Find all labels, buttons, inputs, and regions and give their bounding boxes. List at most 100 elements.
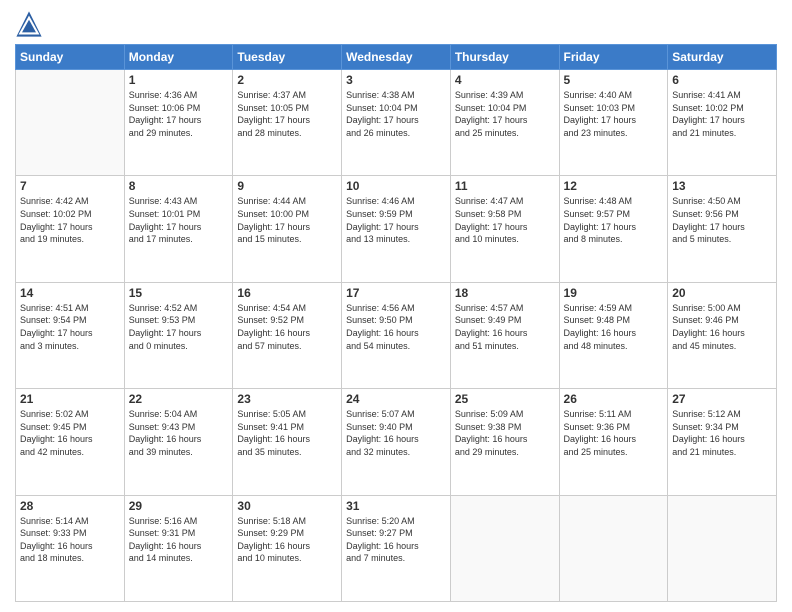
- day-number: 26: [564, 392, 664, 406]
- day-info: Sunrise: 4:50 AM Sunset: 9:56 PM Dayligh…: [672, 195, 772, 245]
- calendar-cell: 12 Sunrise: 4:48 AM Sunset: 9:57 PM Dayli…: [559, 176, 668, 282]
- calendar-cell: 3 Sunrise: 4:38 AM Sunset: 10:04 PM Dayli…: [342, 70, 451, 176]
- day-number: 2: [237, 73, 337, 87]
- calendar-cell: 29 Sunrise: 5:16 AM Sunset: 9:31 PM Dayli…: [124, 495, 233, 601]
- calendar-cell: 16Sunrise: 4:54 AM Sunset: 9:52 PM Dayli…: [233, 282, 342, 388]
- day-info: Sunrise: 4:43 AM Sunset: 10:01 PM Daylig…: [129, 195, 229, 245]
- calendar-cell: 30Sunrise: 5:18 AM Sunset: 9:29 PM Dayli…: [233, 495, 342, 601]
- day-number: 11: [455, 179, 555, 193]
- calendar-cell: 6 Sunrise: 4:41 AM Sunset: 10:02 PM Dayli…: [668, 70, 777, 176]
- calendar-header-thursday: Thursday: [450, 45, 559, 70]
- day-number: 25: [455, 392, 555, 406]
- day-info: Sunrise: 4:59 AM Sunset: 9:48 PM Dayligh…: [564, 302, 664, 352]
- calendar-cell: 1Sunrise: 4:36 AM Sunset: 10:06 PM Dayli…: [124, 70, 233, 176]
- calendar-cell: 14Sunrise: 4:51 AM Sunset: 9:54 PM Dayli…: [16, 282, 125, 388]
- calendar-cell: 20Sunrise: 5:00 AM Sunset: 9:46 PM Dayli…: [668, 282, 777, 388]
- calendar-cell: 8 Sunrise: 4:43 AM Sunset: 10:01 PM Dayli…: [124, 176, 233, 282]
- day-info: Sunrise: 4:48 AM Sunset: 9:57 PM Dayligh…: [564, 195, 664, 245]
- day-info: Sunrise: 4:37 AM Sunset: 10:05 PM Daylig…: [237, 89, 337, 139]
- calendar-cell: 15 Sunrise: 4:52 AM Sunset: 9:53 PM Dayli…: [124, 282, 233, 388]
- day-info: Sunrise: 4:36 AM Sunset: 10:06 PM Daylig…: [129, 89, 229, 139]
- day-number: 29: [129, 499, 229, 513]
- day-number: 7: [20, 179, 120, 193]
- day-number: 27: [672, 392, 772, 406]
- day-number: 12: [564, 179, 664, 193]
- calendar-header-monday: Monday: [124, 45, 233, 70]
- calendar-week-row: 21Sunrise: 5:02 AM Sunset: 9:45 PM Dayli…: [16, 389, 777, 495]
- day-info: Sunrise: 5:04 AM Sunset: 9:43 PM Dayligh…: [129, 408, 229, 458]
- calendar-header-sunday: Sunday: [16, 45, 125, 70]
- calendar-cell: 5 Sunrise: 4:40 AM Sunset: 10:03 PM Dayli…: [559, 70, 668, 176]
- header: [15, 10, 777, 38]
- day-info: Sunrise: 4:41 AM Sunset: 10:02 PM Daylig…: [672, 89, 772, 139]
- day-number: 4: [455, 73, 555, 87]
- calendar-cell: 25 Sunrise: 5:09 AM Sunset: 9:38 PM Dayli…: [450, 389, 559, 495]
- day-number: 24: [346, 392, 446, 406]
- day-number: 9: [237, 179, 337, 193]
- calendar-header-wednesday: Wednesday: [342, 45, 451, 70]
- day-info: Sunrise: 4:56 AM Sunset: 9:50 PM Dayligh…: [346, 302, 446, 352]
- calendar-header-tuesday: Tuesday: [233, 45, 342, 70]
- calendar-cell: [559, 495, 668, 601]
- day-number: 13: [672, 179, 772, 193]
- day-info: Sunrise: 4:39 AM Sunset: 10:04 PM Daylig…: [455, 89, 555, 139]
- calendar-cell: 13 Sunrise: 4:50 AM Sunset: 9:56 PM Dayli…: [668, 176, 777, 282]
- calendar-cell: [450, 495, 559, 601]
- calendar-week-row: 28 Sunrise: 5:14 AM Sunset: 9:33 PM Dayli…: [16, 495, 777, 601]
- day-info: Sunrise: 5:18 AM Sunset: 9:29 PM Dayligh…: [237, 515, 337, 565]
- calendar-cell: 17 Sunrise: 4:56 AM Sunset: 9:50 PM Dayli…: [342, 282, 451, 388]
- day-info: Sunrise: 4:54 AM Sunset: 9:52 PM Dayligh…: [237, 302, 337, 352]
- day-number: 19: [564, 286, 664, 300]
- calendar-cell: 18 Sunrise: 4:57 AM Sunset: 9:49 PM Dayli…: [450, 282, 559, 388]
- calendar-cell: 7 Sunrise: 4:42 AM Sunset: 10:02 PM Dayli…: [16, 176, 125, 282]
- calendar-cell: 27 Sunrise: 5:12 AM Sunset: 9:34 PM Dayli…: [668, 389, 777, 495]
- day-number: 14: [20, 286, 120, 300]
- day-info: Sunrise: 5:05 AM Sunset: 9:41 PM Dayligh…: [237, 408, 337, 458]
- logo-icon: [15, 10, 43, 38]
- day-info: Sunrise: 5:12 AM Sunset: 9:34 PM Dayligh…: [672, 408, 772, 458]
- day-number: 10: [346, 179, 446, 193]
- day-number: 17: [346, 286, 446, 300]
- day-info: Sunrise: 5:09 AM Sunset: 9:38 PM Dayligh…: [455, 408, 555, 458]
- day-number: 8: [129, 179, 229, 193]
- day-info: Sunrise: 5:11 AM Sunset: 9:36 PM Dayligh…: [564, 408, 664, 458]
- day-number: 15: [129, 286, 229, 300]
- calendar-cell: 23Sunrise: 5:05 AM Sunset: 9:41 PM Dayli…: [233, 389, 342, 495]
- day-number: 18: [455, 286, 555, 300]
- day-info: Sunrise: 5:20 AM Sunset: 9:27 PM Dayligh…: [346, 515, 446, 565]
- day-number: 20: [672, 286, 772, 300]
- day-info: Sunrise: 4:46 AM Sunset: 9:59 PM Dayligh…: [346, 195, 446, 245]
- calendar-cell: 19 Sunrise: 4:59 AM Sunset: 9:48 PM Dayli…: [559, 282, 668, 388]
- day-info: Sunrise: 4:57 AM Sunset: 9:49 PM Dayligh…: [455, 302, 555, 352]
- day-number: 5: [564, 73, 664, 87]
- calendar-cell: 31 Sunrise: 5:20 AM Sunset: 9:27 PM Dayli…: [342, 495, 451, 601]
- day-number: 31: [346, 499, 446, 513]
- calendar-cell: [16, 70, 125, 176]
- day-info: Sunrise: 4:40 AM Sunset: 10:03 PM Daylig…: [564, 89, 664, 139]
- day-number: 3: [346, 73, 446, 87]
- calendar-cell: 24 Sunrise: 5:07 AM Sunset: 9:40 PM Dayli…: [342, 389, 451, 495]
- page: SundayMondayTuesdayWednesdayThursdayFrid…: [0, 0, 792, 612]
- day-info: Sunrise: 4:38 AM Sunset: 10:04 PM Daylig…: [346, 89, 446, 139]
- calendar-header-saturday: Saturday: [668, 45, 777, 70]
- day-info: Sunrise: 5:16 AM Sunset: 9:31 PM Dayligh…: [129, 515, 229, 565]
- day-number: 21: [20, 392, 120, 406]
- day-info: Sunrise: 5:07 AM Sunset: 9:40 PM Dayligh…: [346, 408, 446, 458]
- calendar-cell: 9Sunrise: 4:44 AM Sunset: 10:00 PM Dayli…: [233, 176, 342, 282]
- calendar-cell: 2 Sunrise: 4:37 AM Sunset: 10:05 PM Dayli…: [233, 70, 342, 176]
- calendar-header-friday: Friday: [559, 45, 668, 70]
- calendar-cell: 21Sunrise: 5:02 AM Sunset: 9:45 PM Dayli…: [16, 389, 125, 495]
- calendar-week-row: 14Sunrise: 4:51 AM Sunset: 9:54 PM Dayli…: [16, 282, 777, 388]
- day-info: Sunrise: 5:14 AM Sunset: 9:33 PM Dayligh…: [20, 515, 120, 565]
- calendar-cell: 28 Sunrise: 5:14 AM Sunset: 9:33 PM Dayli…: [16, 495, 125, 601]
- calendar-table: SundayMondayTuesdayWednesdayThursdayFrid…: [15, 44, 777, 602]
- day-number: 6: [672, 73, 772, 87]
- calendar-week-row: 1Sunrise: 4:36 AM Sunset: 10:06 PM Dayli…: [16, 70, 777, 176]
- calendar-cell: 26 Sunrise: 5:11 AM Sunset: 9:36 PM Dayli…: [559, 389, 668, 495]
- calendar-cell: [668, 495, 777, 601]
- day-number: 28: [20, 499, 120, 513]
- day-info: Sunrise: 4:42 AM Sunset: 10:02 PM Daylig…: [20, 195, 120, 245]
- calendar-cell: 10 Sunrise: 4:46 AM Sunset: 9:59 PM Dayli…: [342, 176, 451, 282]
- day-info: Sunrise: 4:52 AM Sunset: 9:53 PM Dayligh…: [129, 302, 229, 352]
- logo: [15, 10, 47, 38]
